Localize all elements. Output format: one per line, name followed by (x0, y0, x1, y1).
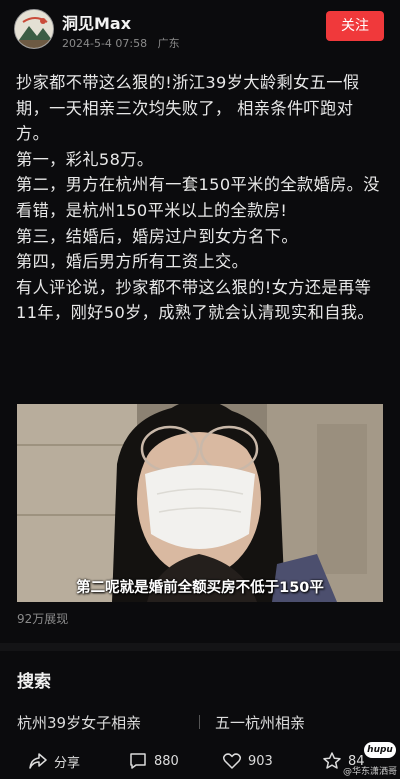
share-label: 分享 (54, 755, 81, 771)
post-paragraph: 第二，男方在杭州有一套150平米的全款婚房。没看错，是杭州150平米以上的全款房… (16, 175, 380, 220)
post-body: 抄家都不带这么狠的!浙江39岁大龄剩女五一假期，一天相亲三次均失败了， 相亲条件… (16, 70, 386, 326)
video-frame (17, 404, 383, 602)
follow-button[interactable]: 关注 (326, 11, 384, 41)
hupu-logo: hupu (364, 742, 396, 758)
comment-icon (130, 753, 146, 769)
post-paragraph: 抄家都不带这么狠的!浙江39岁大龄剩女五一假期，一天相亲三次均失败了， 相亲条件… (16, 73, 360, 144)
heart-icon (222, 753, 242, 769)
post-paragraph: 第四，婚后男方所有工资上交。 (16, 252, 249, 272)
post-meta: 2024-5-4 07:58 广东 (62, 35, 180, 51)
post-paragraph: 第一，彩礼58万。 (16, 149, 154, 169)
post-paragraph: 有人评论说，抄家都不带这么狠的!女方还是再等11年，刚好50岁，成熟了就会认清现… (16, 277, 374, 323)
post-header: 洞见Max 2024-5-4 07:58 广东 关注 (0, 0, 400, 62)
like-count: 903 (248, 753, 273, 769)
view-count: 92万展现 (17, 612, 69, 626)
post-date: 2024-5-4 07:58 (62, 37, 148, 50)
search-separator (199, 715, 200, 729)
search-suggestion[interactable]: 杭州39岁女子相亲 (17, 712, 141, 733)
post-paragraph: 第三，结婚后，婚房过户到女方名下。 (16, 226, 298, 246)
video-player[interactable]: 第二呢就是婚前全额买房不低于150平 (17, 404, 383, 602)
section-divider (0, 643, 400, 651)
star-icon (323, 752, 341, 769)
like-button[interactable]: 903 (222, 749, 273, 773)
author-avatar[interactable] (14, 9, 54, 49)
share-icon (29, 753, 47, 769)
comment-count: 880 (154, 753, 179, 769)
search-section-title: 搜索 (17, 672, 51, 692)
search-suggestion[interactable]: 五一杭州相亲 (215, 712, 305, 733)
video-subtitle: 第二呢就是婚前全额买房不低于150平 (76, 580, 324, 596)
share-button[interactable]: 分享 (28, 749, 80, 773)
author-name[interactable]: 洞见Max (62, 10, 131, 34)
post-location: 广东 (157, 37, 180, 50)
watermark: hupu @华东潇洒哥 (340, 742, 398, 778)
comment-button[interactable]: 880 (128, 749, 179, 773)
watermark-text: @华东潇洒哥 (343, 767, 398, 777)
